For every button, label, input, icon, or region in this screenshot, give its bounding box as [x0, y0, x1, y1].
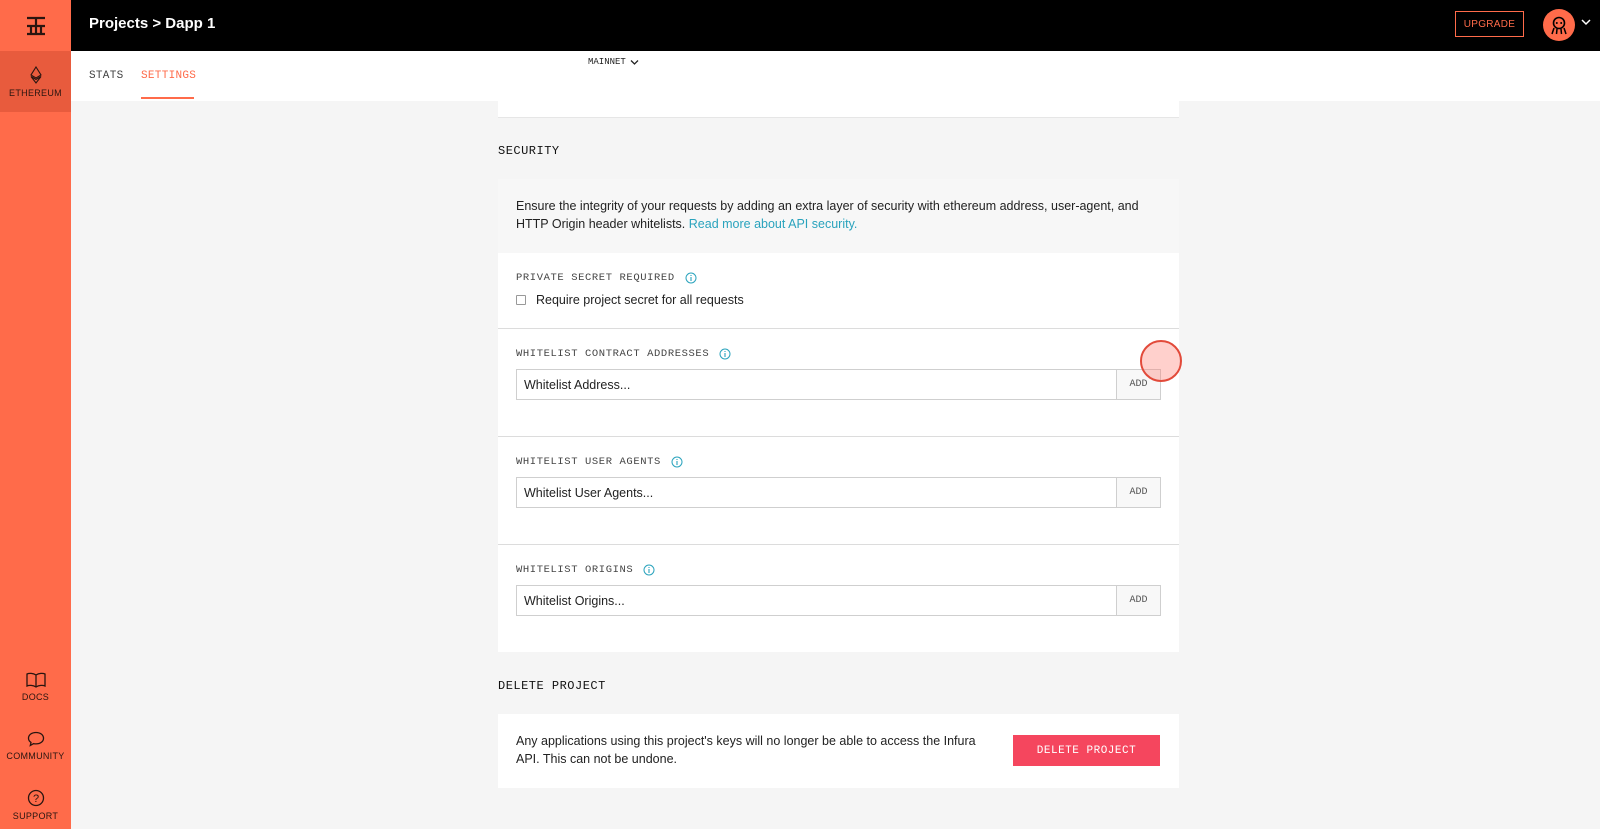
whitelist-origins-label: WHITELIST ORIGINS	[516, 564, 655, 576]
click-indicator	[1140, 340, 1182, 382]
whitelist-origins-label-text: WHITELIST ORIGINS	[516, 564, 634, 576]
network-label: MAINNET	[588, 57, 626, 67]
whitelist-origins-input[interactable]	[516, 585, 1116, 616]
delete-project-card: Any applications using this project's ke…	[498, 714, 1179, 788]
whitelist-user-agents-label-text: WHITELIST USER AGENTS	[516, 456, 661, 468]
security-title: SECURITY	[498, 144, 560, 158]
whitelist-origins-block: WHITELIST ORIGINS ADD	[498, 544, 1179, 652]
avatar[interactable]	[1543, 9, 1575, 41]
sidebar-item-support[interactable]: ? SUPPORT	[0, 789, 71, 821]
info-icon[interactable]	[685, 272, 697, 284]
whitelist-contract-label: WHITELIST CONTRACT ADDRESSES	[516, 348, 731, 360]
active-tab-indicator	[141, 97, 194, 99]
api-security-link[interactable]: Read more about API security.	[689, 217, 858, 231]
network-selector[interactable]: MAINNET	[588, 57, 639, 67]
tab-settings[interactable]: SETTINGS	[141, 70, 196, 82]
delete-project-title: DELETE PROJECT	[498, 679, 606, 693]
svg-text:?: ?	[32, 793, 38, 805]
checkbox-label: Require project secret for all requests	[536, 293, 744, 307]
help-icon: ?	[27, 789, 44, 807]
user-avatar-icon	[1551, 16, 1567, 35]
sidebar-item-community[interactable]: COMMUNITY	[0, 731, 71, 761]
add-user-agent-button[interactable]: ADD	[1116, 477, 1161, 508]
sidebar-item-label: ETHEREUM	[9, 87, 62, 98]
chevron-down-icon[interactable]	[1581, 18, 1591, 26]
infura-logo[interactable]	[0, 0, 71, 51]
private-secret-label-text: PRIVATE SECRET REQUIRED	[516, 272, 675, 284]
sidebar-item-label: COMMUNITY	[6, 751, 65, 761]
whitelist-user-agents-input[interactable]	[516, 477, 1116, 508]
tab-stats[interactable]: STATS	[89, 70, 124, 82]
whitelist-origins-input-group: ADD	[516, 585, 1161, 616]
whitelist-contract-input-group: ADD	[516, 369, 1161, 400]
private-secret-checkbox[interactable]	[516, 295, 526, 305]
info-icon[interactable]	[671, 456, 683, 468]
sidebar: ETHEREUM DOCS COMMUNITY ? SUPPORT	[0, 0, 71, 829]
sidebar-item-ethereum[interactable]: ETHEREUM	[0, 51, 71, 112]
chat-icon	[27, 731, 44, 747]
top-bar: Projects > Dapp 1 UPGRADE	[71, 0, 1600, 51]
whitelist-user-agents-input-group: ADD	[516, 477, 1161, 508]
info-icon[interactable]	[719, 348, 731, 360]
whitelist-contract-label-text: WHITELIST CONTRACT ADDRESSES	[516, 348, 710, 360]
sub-navigation: STATS SETTINGS	[71, 51, 1600, 101]
sidebar-item-label: SUPPORT	[12, 811, 59, 821]
add-origin-button[interactable]: ADD	[1116, 585, 1161, 616]
whitelist-address-input[interactable]	[516, 369, 1116, 400]
breadcrumb[interactable]: Projects > Dapp 1	[89, 15, 215, 32]
private-secret-label: PRIVATE SECRET REQUIRED	[516, 272, 697, 284]
whitelist-user-agents-block: WHITELIST USER AGENTS ADD	[498, 436, 1179, 544]
chevron-down-icon	[630, 59, 639, 65]
whitelist-contract-block: WHITELIST CONTRACT ADDRESSES ADD	[498, 328, 1179, 436]
private-secret-block: PRIVATE SECRET REQUIRED Require project …	[498, 253, 1179, 328]
book-icon	[25, 672, 46, 688]
upgrade-button[interactable]: UPGRADE	[1455, 11, 1524, 37]
sidebar-item-label: DOCS	[21, 692, 50, 702]
security-card: Ensure the integrity of your requests by…	[498, 179, 1179, 652]
delete-project-warning: Any applications using this project's ke…	[516, 734, 976, 766]
logo-icon	[26, 16, 45, 35]
security-intro: Ensure the integrity of your requests by…	[498, 179, 1179, 253]
sidebar-item-docs[interactable]: DOCS	[0, 672, 71, 702]
ethereum-icon	[29, 65, 42, 84]
private-secret-checkbox-row[interactable]: Require project secret for all requests	[516, 293, 744, 307]
whitelist-user-agents-label: WHITELIST USER AGENTS	[516, 456, 683, 468]
delete-project-button[interactable]: DELETE PROJECT	[1013, 735, 1160, 766]
previous-card	[498, 101, 1179, 117]
info-icon[interactable]	[643, 564, 655, 576]
